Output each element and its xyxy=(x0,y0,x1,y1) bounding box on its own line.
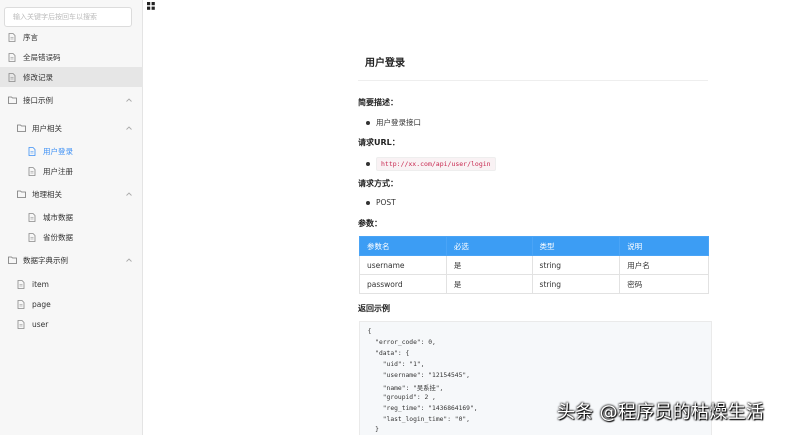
sidebar-item-page[interactable]: page xyxy=(0,294,143,314)
document-icon xyxy=(8,32,16,42)
table-row: username 是 string 用户名 xyxy=(359,255,709,275)
code-line: "name": "吴系挂", xyxy=(360,385,444,392)
sidebar-item-label: 用户注册 xyxy=(43,166,73,176)
search-input[interactable] xyxy=(4,7,132,27)
watermark: 头条 @程序员的枯燥生活 xyxy=(557,402,765,423)
sidebar-item-label: 省份数据 xyxy=(43,232,73,242)
sidebar-item-label: 城市数据 xyxy=(43,212,73,222)
code-line: "error_code": 0, xyxy=(360,339,436,346)
table-header-cell: 参数名 xyxy=(359,236,447,256)
document-icon xyxy=(17,319,25,329)
url-heading: 请求URL： xyxy=(358,138,400,147)
folder-icon xyxy=(8,256,17,265)
bullet-dot xyxy=(366,120,370,125)
sidebar-item-preface[interactable]: 序言 xyxy=(0,27,143,47)
bullet-dot xyxy=(366,200,370,205)
page-title: 用户登录 xyxy=(365,58,405,69)
grid-menu-icon[interactable] xyxy=(147,2,155,10)
sidebar-item-label: user xyxy=(32,319,49,329)
table-cell: string xyxy=(531,255,621,275)
document-icon xyxy=(28,232,36,242)
table-cell: 是 xyxy=(445,255,533,275)
sidebar-item-user[interactable]: user xyxy=(0,314,143,334)
response-heading: 返回示例 xyxy=(358,304,390,313)
document-icon xyxy=(8,72,16,82)
folder-icon xyxy=(8,96,17,105)
code-line: "last_login_time": "0", xyxy=(360,416,470,423)
sidebar-item-label: page xyxy=(32,299,51,309)
table-header-cell: 说明 xyxy=(619,236,709,256)
chevron-up-icon[interactable] xyxy=(125,124,133,132)
chevron-up-icon[interactable] xyxy=(125,96,133,104)
url-item: http://xx.com/api/user/login xyxy=(366,157,496,171)
params-heading: 参数： xyxy=(358,219,382,228)
chevron-up-icon[interactable] xyxy=(125,190,133,198)
sidebar-item-user-login[interactable]: 用户登录 xyxy=(0,141,143,161)
sidebar-item-city-data[interactable]: 城市数据 xyxy=(0,207,143,227)
sidebar-item-user-register[interactable]: 用户注册 xyxy=(0,161,143,181)
sidebar-item-label: 用户相关 xyxy=(32,123,62,133)
sidebar-item-label: 修改记录 xyxy=(23,72,53,82)
params-table: 参数名 必选 类型 说明 username 是 string 用户名 passw… xyxy=(359,236,709,294)
sidebar-folder-geo[interactable]: 地理相关 xyxy=(0,184,143,204)
code-line: } xyxy=(360,426,379,433)
request-method: POST xyxy=(376,198,396,207)
table-cell: 是 xyxy=(445,274,533,294)
table-header-cell: 必选 xyxy=(445,236,533,256)
sidebar-item-label: 全局错误码 xyxy=(23,52,61,62)
document-icon xyxy=(8,52,16,62)
sidebar-item-province-data[interactable]: 省份数据 xyxy=(0,227,143,247)
table-cell: 用户名 xyxy=(619,255,709,275)
table-header-row: 参数名 必选 类型 说明 xyxy=(359,236,709,256)
document-icon xyxy=(17,279,25,289)
table-cell: 密码 xyxy=(619,274,709,294)
code-line: "username": "12154545", xyxy=(360,372,470,379)
sidebar-folder-data-dictionary[interactable]: 数据字典示例 xyxy=(0,250,143,270)
code-line: "reg_time": "1436864169", xyxy=(360,405,478,412)
sidebar-item-label: item xyxy=(32,279,49,289)
sidebar-item-label: 数据字典示例 xyxy=(23,255,68,265)
table-header-cell: 类型 xyxy=(531,236,621,256)
request-url: http://xx.com/api/user/login xyxy=(376,157,496,171)
sidebar-folder-user[interactable]: 用户相关 xyxy=(0,118,143,138)
summary-text: 用户登录接口 xyxy=(376,118,421,127)
folder-icon xyxy=(17,124,26,133)
sidebar-item-label: 序言 xyxy=(23,32,38,42)
document-icon xyxy=(28,212,36,222)
sidebar-item-item[interactable]: item xyxy=(0,274,143,294)
chevron-up-icon[interactable] xyxy=(125,256,133,264)
sidebar-item-label: 用户登录 xyxy=(43,146,73,156)
document-icon xyxy=(28,166,36,176)
sidebar-folder-api-examples[interactable]: 接口示例 xyxy=(0,90,143,110)
sidebar-item-global-error-codes[interactable]: 全局错误码 xyxy=(0,47,143,67)
summary-item: 用户登录接口 xyxy=(366,117,421,128)
sidebar-item-change-log[interactable]: 修改记录 xyxy=(0,67,143,87)
title-divider xyxy=(358,80,708,81)
code-line: "uid": "1", xyxy=(360,361,425,368)
document-icon xyxy=(28,146,36,156)
sidebar-item-label: 接口示例 xyxy=(23,95,53,105)
document-icon xyxy=(17,299,25,309)
folder-icon xyxy=(17,190,26,199)
summary-heading: 简要描述： xyxy=(358,98,398,107)
code-line: "data": { xyxy=(360,350,410,357)
table-cell: password xyxy=(359,274,447,294)
table-cell: string xyxy=(531,274,621,294)
method-heading: 请求方式： xyxy=(358,179,398,188)
sidebar-item-label: 地理相关 xyxy=(32,189,62,199)
table-cell: username xyxy=(359,255,447,275)
method-item: POST xyxy=(366,198,396,207)
sidebar: 序言 全局错误码 修改记录 接口示例 用户相关 用户登录 xyxy=(0,0,143,435)
code-line: "groupid": 2 , xyxy=(360,394,436,401)
bullet-dot xyxy=(366,162,370,166)
table-row: password 是 string 密码 xyxy=(359,274,709,294)
code-line: { xyxy=(360,328,372,335)
